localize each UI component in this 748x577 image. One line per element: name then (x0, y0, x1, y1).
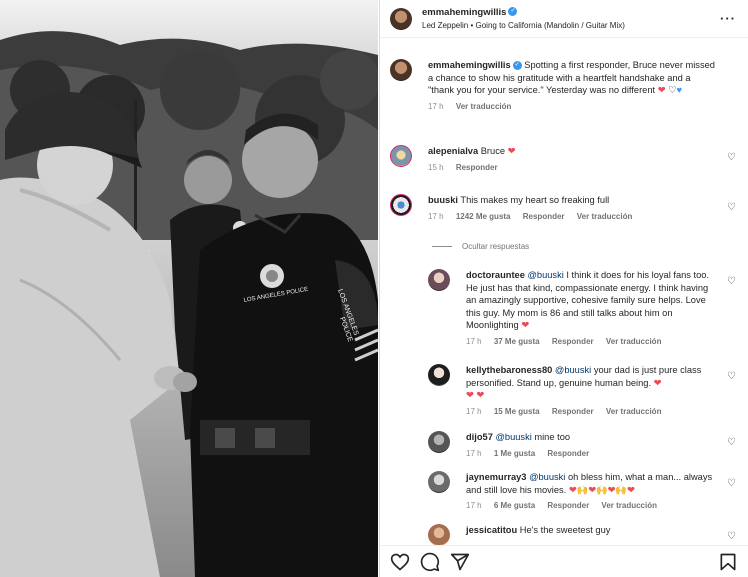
replier-avatar[interactable] (428, 524, 450, 545)
hide-replies-button[interactable]: Ocultar respuestas (432, 242, 529, 251)
more-options-icon[interactable]: ··· (720, 11, 736, 26)
reply-link[interactable]: Responder (523, 212, 565, 221)
verified-badge-icon: ✓ (512, 61, 522, 71)
like-reply-heart-icon[interactable]: ♡ (727, 531, 736, 542)
commenter-username[interactable]: alepenialva (428, 146, 478, 156)
replier-username[interactable]: jessicatitou (466, 525, 517, 535)
replier-avatar[interactable] (428, 269, 450, 291)
red-heart-emoji: ❤ (521, 320, 530, 330)
commenter-avatar[interactable] (390, 194, 412, 216)
reply-time: 17 h (466, 448, 482, 458)
reply-link[interactable]: Responder (456, 163, 498, 172)
blue-heart-emoji: ♥ (676, 85, 682, 95)
post-action-bar (380, 545, 748, 577)
like-reply-heart-icon[interactable]: ♡ (727, 276, 736, 287)
replier-username[interactable]: doctorauntee (466, 270, 525, 280)
see-translation-link[interactable]: Ver traducción (456, 102, 512, 111)
reply-item: doctorauntee @buuski I think it does for… (428, 269, 738, 348)
comments-list[interactable]: emmahemingwillis ✓ Spotting a first respo… (380, 39, 748, 545)
heart-emojis: ❤ ❤ (466, 390, 485, 400)
audio-track-link[interactable]: Led Zeppelin • Going to California (Mand… (422, 19, 625, 32)
reply-link[interactable]: Responder (547, 501, 589, 510)
reply-item: kellythebaroness80 @buuski your dad is j… (428, 364, 738, 418)
heart-and-hands-emojis: ❤🙌❤🙌❤🙌❤ (568, 484, 635, 495)
replier-avatar[interactable] (428, 471, 450, 493)
reply-time: 17 h (466, 501, 482, 510)
like-comment-heart-icon[interactable]: ♡ (727, 202, 736, 213)
like-reply-heart-icon[interactable]: ♡ (727, 437, 736, 448)
verified-badge-icon: ✓ (508, 7, 518, 17)
mention-link[interactable]: @buuski (527, 270, 563, 280)
see-translation-link[interactable]: Ver traducción (606, 337, 662, 346)
see-translation-link[interactable]: Ver traducción (601, 501, 657, 510)
reply-link[interactable]: Responder (552, 337, 594, 346)
see-translation-link[interactable]: Ver traducción (577, 212, 633, 221)
reply-link[interactable]: Responder (552, 407, 594, 416)
bookmark-icon[interactable] (718, 552, 738, 572)
reply-time: 17 h (466, 406, 482, 416)
post-header: emmahemingwillis ✓ Led Zeppelin • Going t… (380, 0, 748, 38)
red-heart-emoji: ❤ (657, 85, 666, 95)
divider-line (432, 246, 452, 247)
author-username[interactable]: emmahemingwillis (422, 7, 506, 18)
comment-time: 15 h (428, 162, 444, 172)
comment-time: 17 h (428, 211, 444, 221)
comment-text: This makes my heart so freaking full (460, 195, 610, 205)
comment-item: alepenialva Bruce ❤ 15 h Responder ♡ (390, 145, 738, 174)
comment-likes[interactable]: 1242 Me gusta (456, 212, 511, 221)
caption-time: 17 h (428, 101, 444, 111)
share-icon[interactable] (450, 552, 470, 572)
caption-avatar[interactable] (390, 59, 412, 81)
commenter-avatar[interactable] (390, 145, 412, 167)
reply-item: dijo57 @buuski mine too 17 h 1 Me gusta … (428, 431, 738, 460)
reply-link[interactable]: Responder (547, 449, 589, 458)
red-heart-emoji: ❤ (653, 377, 662, 388)
reply-likes[interactable]: 37 Me gusta (494, 337, 540, 346)
replier-avatar[interactable] (428, 431, 450, 453)
reply-text: He's the sweetest guy (519, 525, 611, 535)
reply-likes[interactable]: 1 Me gusta (494, 449, 535, 458)
comment-icon[interactable] (420, 552, 440, 572)
replier-username[interactable]: jaynemurray3 (466, 472, 526, 482)
like-reply-heart-icon[interactable]: ♡ (727, 371, 736, 382)
post-caption: emmahemingwillis ✓ Spotting a first respo… (390, 59, 738, 113)
replier-avatar[interactable] (428, 364, 450, 386)
reply-item: jessicatitou He's the sweetest guy ♡ (428, 524, 738, 545)
post-details-panel: emmahemingwillis ✓ Led Zeppelin • Going t… (379, 0, 748, 577)
see-translation-link[interactable]: Ver traducción (606, 407, 662, 416)
mention-link[interactable]: @buuski (495, 432, 531, 442)
reply-likes[interactable]: 6 Me gusta (494, 501, 535, 510)
heart-icon[interactable] (390, 552, 410, 572)
mention-link[interactable]: @buuski (555, 365, 591, 375)
reply-text: mine too (534, 432, 571, 442)
red-heart-emoji: ❤ (507, 146, 516, 156)
like-comment-heart-icon[interactable]: ♡ (727, 152, 736, 163)
replier-username[interactable]: dijo57 (466, 432, 493, 442)
commenter-username[interactable]: buuski (428, 195, 458, 205)
like-reply-heart-icon[interactable]: ♡ (727, 478, 736, 489)
mention-link[interactable]: @buuski (529, 472, 565, 482)
photo-scene: LOS ANGELES POLICE LOS ANGELES POLICE (0, 0, 378, 577)
author-avatar[interactable] (390, 7, 412, 30)
comment-text: Bruce (480, 146, 506, 156)
replier-username[interactable]: kellythebaroness80 (466, 365, 552, 375)
reply-time: 17 h (466, 336, 482, 346)
caption-username[interactable]: emmahemingwillis (428, 60, 511, 70)
reply-likes[interactable]: 15 Me gusta (494, 407, 540, 416)
reply-item: jaynemurray3 @buuski oh bless him, what … (428, 471, 738, 513)
comment-item: buuski This makes my heart so freaking f… (390, 194, 738, 223)
post-photo: LOS ANGELES POLICE LOS ANGELES POLICE (0, 0, 378, 577)
